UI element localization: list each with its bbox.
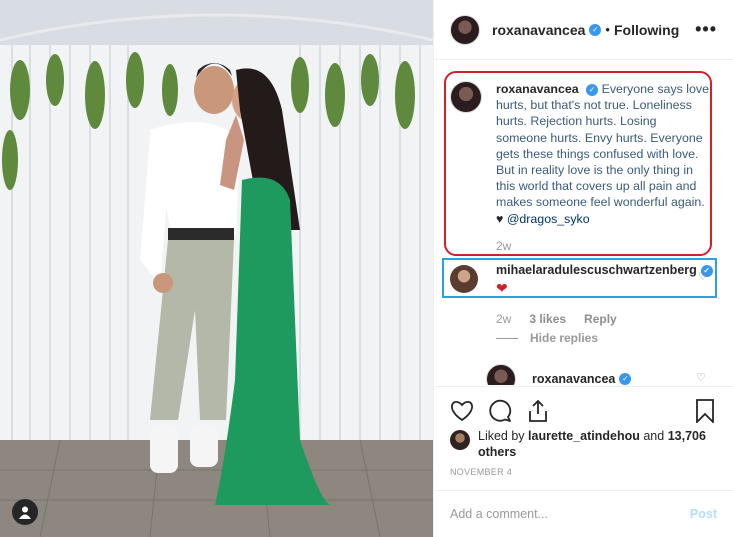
liked-by-prefix: Liked by: [478, 429, 525, 443]
mention-link[interactable]: @dragos_syko: [507, 212, 590, 226]
like-reply-heart-icon[interactable]: ♡: [696, 371, 706, 384]
liker-username[interactable]: laurette_atindehou: [528, 429, 640, 443]
caption-time[interactable]: 2w: [496, 239, 511, 253]
user-icon: [19, 506, 31, 519]
commenter-username: mihaelaradulescuschwartzenberg ✓: [496, 263, 713, 277]
comment-likes[interactable]: 3 likes: [529, 312, 566, 326]
likes-text: Liked by laurette_atindehou and 13,706 o…: [478, 428, 723, 460]
reply-button[interactable]: Reply: [584, 312, 617, 326]
caption-username[interactable]: roxanavancea: [496, 82, 579, 96]
post-actions: [434, 386, 733, 434]
hide-replies-label: Hide replies: [530, 331, 599, 345]
post-side-panel: roxanavancea ✓ • Following ••• roxanavan…: [433, 0, 733, 537]
post-photo[interactable]: [0, 0, 433, 537]
comment-highlight: mihaelaradulescuschwartzenberg ✓ ❤ ♡: [442, 258, 717, 298]
hide-replies-button[interactable]: Hide replies: [496, 331, 598, 345]
verified-badge-icon: ✓: [586, 83, 599, 96]
like-comment-heart-icon[interactable]: ♡: [698, 270, 708, 283]
heart-emoji: ♥: [496, 211, 504, 226]
comment-meta: 2w 3 likes Reply: [496, 312, 617, 326]
reply-username[interactable]: roxanavancea: [532, 372, 615, 385]
post-header: roxanavancea ✓ • Following •••: [434, 0, 733, 60]
liker-avatar[interactable]: [450, 430, 470, 450]
header-separator: •: [605, 22, 610, 37]
post-comment-button[interactable]: Post: [690, 507, 717, 521]
hide-replies-line: [496, 337, 518, 339]
add-comment-bar: Post: [434, 490, 733, 537]
tagged-users-button[interactable]: [12, 499, 38, 525]
share-icon[interactable]: [524, 397, 552, 425]
verified-badge-icon: ✓: [589, 23, 602, 36]
post-date[interactable]: NOVEMBER 4: [450, 467, 512, 477]
reply-comment: roxanavancea ✓: [486, 364, 632, 385]
photo-image: [0, 0, 433, 537]
reply-avatar[interactable]: [486, 364, 516, 385]
following-button[interactable]: Following: [614, 22, 679, 38]
commenter-avatar[interactable]: [450, 265, 478, 293]
comment-text: ❤: [496, 280, 508, 296]
caption-avatar[interactable]: [450, 81, 482, 113]
comments-list[interactable]: roxanavancea ✓ Everyone says love hurts,…: [434, 61, 733, 385]
bookmark-icon[interactable]: [691, 397, 719, 425]
likes-summary: Liked by laurette_atindehou and 13,706 o…: [450, 428, 723, 460]
more-options-icon[interactable]: •••: [695, 19, 717, 40]
author-avatar[interactable]: [450, 14, 480, 45]
author-username[interactable]: roxanavancea: [492, 22, 585, 38]
caption-text: roxanavancea ✓ Everyone says love hurts,…: [496, 81, 710, 227]
like-heart-icon[interactable]: [448, 397, 476, 425]
comment-input[interactable]: [450, 507, 690, 521]
comment-time[interactable]: 2w: [496, 312, 511, 326]
likes-and: and: [643, 429, 665, 443]
caption-body: Everyone says love hurts, but that's not…: [496, 82, 710, 210]
comment-bubble-icon[interactable]: [486, 397, 514, 425]
verified-badge-icon: ✓: [619, 373, 632, 385]
caption: roxanavancea ✓ Everyone says love hurts,…: [450, 81, 710, 227]
commenter-username-text[interactable]: mihaelaradulescuschwartzenberg: [496, 263, 697, 277]
